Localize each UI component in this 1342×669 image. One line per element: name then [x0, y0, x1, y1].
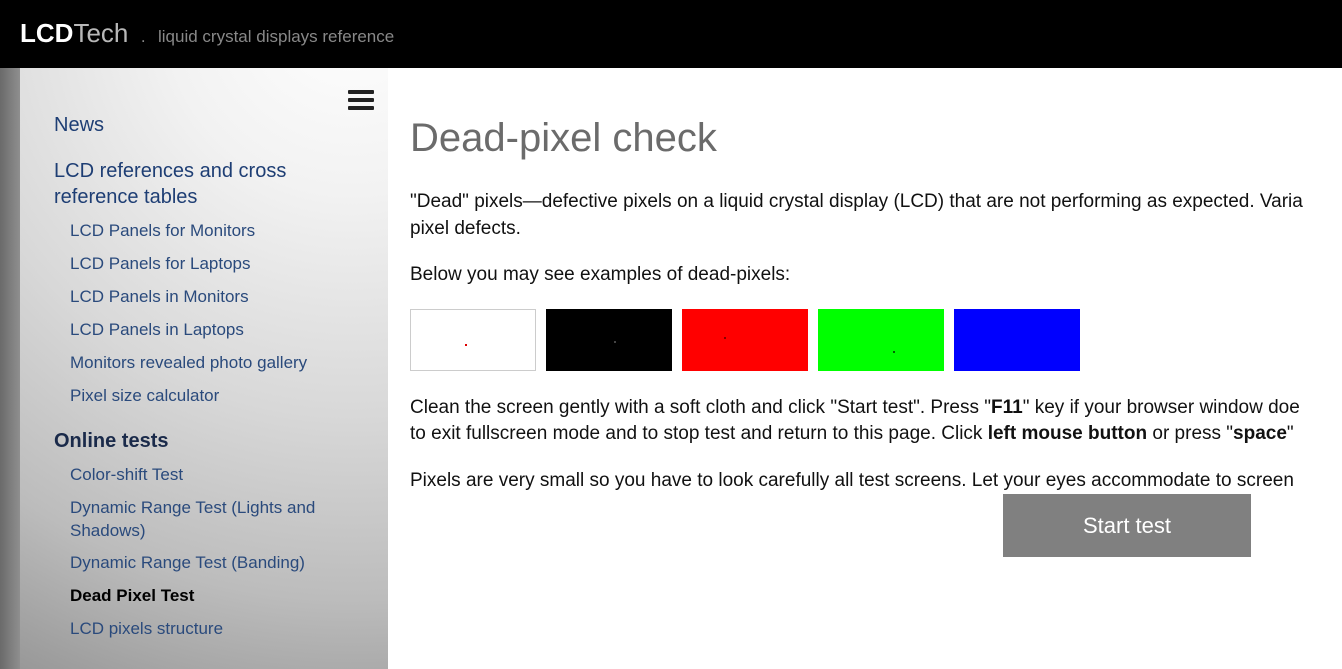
- sidebar: News LCD references and cross reference …: [0, 68, 388, 669]
- sidebar-item-panels-in-laptops[interactable]: LCD Panels in Laptops: [70, 319, 354, 342]
- sidebar-item-panels-laptops[interactable]: LCD Panels for Laptops: [70, 253, 354, 276]
- brand-sub: Tech: [73, 18, 128, 48]
- nav-refs-group: LCD Panels for Monitors LCD Panels for L…: [70, 220, 354, 408]
- menu-icon[interactable]: [348, 86, 374, 114]
- main-content: Dead-pixel check "Dead" pixels—defective…: [388, 68, 1342, 669]
- note-paragraph: Pixels are very small so you have to loo…: [410, 468, 1342, 495]
- sidebar-item-color-shift[interactable]: Color-shift Test: [70, 464, 354, 487]
- sidebar-item-panels-monitors[interactable]: LCD Panels for Monitors: [70, 220, 354, 243]
- swatch-green: [818, 309, 944, 371]
- sidebar-item-pixel-calculator[interactable]: Pixel size calculator: [70, 385, 354, 408]
- instructions-paragraph: Clean the screen gently with a soft clot…: [410, 395, 1342, 448]
- sidebar-item-monitors-gallery[interactable]: Monitors revealed photo gallery: [70, 352, 354, 375]
- sidebar-item-news[interactable]: News: [54, 112, 354, 138]
- swatch-row: [410, 309, 1342, 371]
- tagline: liquid crystal displays reference: [158, 27, 394, 47]
- page-title: Dead-pixel check: [410, 116, 1342, 161]
- swatch-red: [682, 309, 808, 371]
- sidebar-item-dynamic-range-banding[interactable]: Dynamic Range Test (Banding): [70, 552, 354, 575]
- top-header: LCDTech . liquid crystal displays refere…: [0, 0, 1342, 68]
- nav-tests-group: Color-shift Test Dynamic Range Test (Lig…: [70, 464, 354, 642]
- swatch-white: [410, 309, 536, 371]
- nav-top-group: News LCD references and cross reference …: [54, 112, 354, 641]
- examples-label: Below you may see examples of dead-pixel…: [410, 262, 1342, 289]
- sidebar-item-pixels-structure[interactable]: LCD pixels structure: [70, 618, 354, 641]
- sidebar-item-dead-pixel[interactable]: Dead Pixel Test: [70, 585, 354, 608]
- start-test-button[interactable]: Start test: [1003, 494, 1251, 557]
- sidebar-shadow: [0, 68, 20, 669]
- swatch-blue: [954, 309, 1080, 371]
- page-body: News LCD references and cross reference …: [0, 68, 1342, 669]
- swatch-black: [546, 309, 672, 371]
- brand-main: LCD: [20, 18, 73, 48]
- sidebar-item-dynamic-range-lights[interactable]: Dynamic Range Test (Lights and Shadows): [70, 497, 354, 543]
- sidebar-item-references[interactable]: LCD references and cross reference table…: [54, 158, 354, 210]
- intro-paragraph: "Dead" pixels—defective pixels on a liqu…: [410, 189, 1342, 242]
- brand[interactable]: LCDTech: [20, 18, 128, 49]
- sidebar-item-online-tests[interactable]: Online tests: [54, 428, 354, 454]
- sidebar-item-panels-in-monitors[interactable]: LCD Panels in Monitors: [70, 286, 354, 309]
- brand-dot: .: [141, 27, 146, 47]
